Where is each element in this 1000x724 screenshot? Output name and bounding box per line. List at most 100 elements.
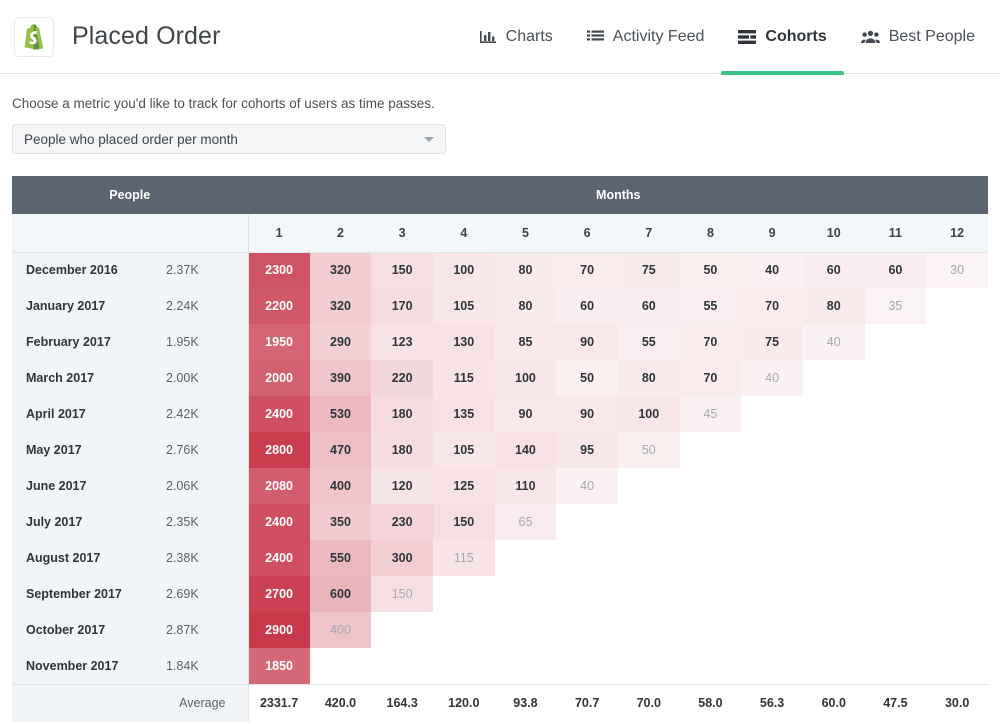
cohort-label: April 2017 [12,396,162,432]
tab-best-people[interactable]: Best People [844,0,992,74]
table-row: May 2017 2.76K 2800 470 180 105 140 95 50 [12,432,988,468]
cohort-cell: 60 [617,288,680,324]
cohort-label: December 2016 [12,252,162,288]
cohort-cell: 2900 [248,612,310,648]
cohort-cell: 180 [371,432,433,468]
month-header-1: 1 [248,214,310,253]
cohort-cell [926,432,988,468]
cohort-people-count: 2.06K [162,468,249,504]
cohort-cell: 100 [494,360,557,396]
people-group-header: People [12,176,249,214]
tab-activity-feed[interactable]: Activity Feed [570,0,722,74]
cohort-cell [864,612,927,648]
cohort-label: November 2017 [12,648,162,684]
cohort-cell [556,648,618,684]
cohort-cell [864,468,927,504]
cohort-cell [617,648,680,684]
cohort-cell: 470 [309,432,372,468]
cohort-cell: 1950 [248,324,310,360]
cohort-cell [802,432,865,468]
cohort-cell: 150 [432,504,495,540]
cohort-cell: 80 [494,252,557,288]
people-count-header [162,214,249,253]
cohort-cell: 220 [371,360,433,396]
cohort-cell [617,576,680,612]
table-row: August 2017 2.38K 2400 550 300 115 [12,540,988,576]
metric-chooser: Choose a metric you'd like to track for … [0,74,1000,154]
cohort-cell [371,612,433,648]
cohort-cell: 105 [432,432,495,468]
layers-icon [738,29,757,44]
cohort-cell: 70 [679,324,742,360]
month-header-10: 10 [802,214,865,253]
cohort-cell [617,540,680,576]
months-group-header: Months [248,176,988,214]
cohort-cell [802,396,865,432]
cohort-cell [802,576,865,612]
cohort-label: October 2017 [12,612,162,648]
cohort-cell: 40 [741,252,803,288]
cohort-cell: 75 [741,324,803,360]
bar-chart-icon [479,29,497,45]
tab-cohorts-label: Cohorts [765,27,827,45]
cohort-cell [802,504,865,540]
tab-charts[interactable]: Charts [463,0,570,74]
cohort-cell: 30 [926,252,988,288]
cohort-cell: 180 [371,396,433,432]
top-bar: Placed Order Charts Activity Feed Cohort… [0,0,1000,75]
cohort-cell: 2800 [248,432,310,468]
cohort-label: August 2017 [12,540,162,576]
average-spacer [12,683,162,722]
cohort-cell [864,324,927,360]
cohort-cell: 2000 [248,360,310,396]
cohort-cell: 2400 [248,396,310,432]
cohort-cell [802,648,865,684]
cohort-cell [679,576,742,612]
cohort-cell: 2300 [248,252,310,288]
cohort-cell: 320 [309,288,372,324]
cohort-cell [926,360,988,396]
cohort-cell: 95 [556,432,618,468]
cohort-cell [494,648,557,684]
cohort-people-count: 1.84K [162,648,249,684]
cohort-cell [926,612,988,648]
cohort-cell: 125 [432,468,495,504]
cohort-cell: 80 [802,288,865,324]
cohort-label: January 2017 [12,288,162,324]
cohort-cell: 35 [864,288,927,324]
cohort-cell: 600 [309,576,372,612]
cohort-cell: 100 [617,396,680,432]
cohort-cell [741,648,803,684]
cohort-cell [926,648,988,684]
cohort-people-count: 2.24K [162,288,249,324]
cohort-cell [679,468,742,504]
page-title: Placed Order [72,22,221,50]
average-cell: 30.0 [926,683,988,722]
tab-cohorts[interactable]: Cohorts [721,0,845,75]
cohort-cell: 1850 [248,648,310,684]
cohort-cell [802,612,865,648]
average-cell: 70.0 [617,683,680,722]
cohort-cell: 130 [432,324,495,360]
table-row: September 2017 2.69K 2700 600 150 [12,576,988,612]
cohort-cell: 60 [864,252,927,288]
table-row: October 2017 2.87K 2900 400 [12,612,988,648]
table-row: November 2017 1.84K 1850 [12,648,988,684]
cohort-people-count: 1.95K [162,324,249,360]
cohort-cell [494,540,557,576]
cohort-cell: 65 [494,504,557,540]
average-cell: 2331.7 [248,683,310,722]
cohort-cell [679,648,742,684]
cohort-cell [741,576,803,612]
cohort-cell [926,540,988,576]
metric-select-value: People who placed order per month [24,131,238,147]
cohort-cell: 400 [309,468,372,504]
metric-select[interactable]: People who placed order per month [12,124,446,154]
cohort-cell [802,540,865,576]
cohort-label: July 2017 [12,504,162,540]
tab-activity-feed-label: Activity Feed [612,27,705,45]
cohort-table-body: December 2016 2.37K 2300 320 150 100 80 70 75 50 4… [12,252,988,684]
cohort-cell: 100 [432,252,495,288]
cohort-cell: 60 [802,252,865,288]
cohort-cell [741,612,803,648]
